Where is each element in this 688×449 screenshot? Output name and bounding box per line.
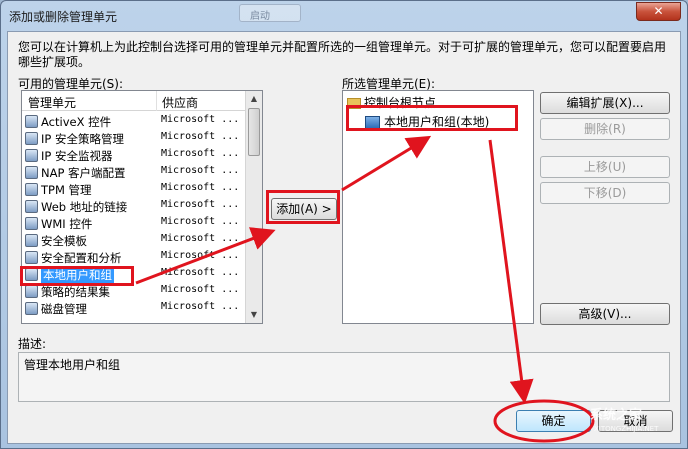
remove-button[interactable]: 删除(R) — [540, 118, 670, 140]
column-separator[interactable] — [156, 91, 157, 111]
description-label: 描述: — [18, 337, 47, 351]
move-up-button[interactable]: 上移(U) — [540, 156, 670, 178]
window-title: 添加或删除管理单元 — [9, 10, 118, 24]
intro-text: 您可以在计算机上为此控制台选择可用的管理单元并配置所选的一组管理单元。对于可扩展… — [18, 40, 667, 69]
snapin-row[interactable]: ActiveX 控件 Microsoft ... — [22, 113, 242, 130]
dialog-body: 您可以在计算机上为此控制台选择可用的管理单元并配置所选的一组管理单元。对于可扩展… — [7, 31, 681, 444]
advanced-button[interactable]: 高级(V)... — [540, 303, 670, 325]
watermark-logo: 系统之家 — [590, 408, 643, 423]
vertical-scrollbar[interactable]: ▲ ▼ — [245, 91, 262, 323]
title-bar: 添加或删除管理单元 启动 ✕ — [1, 1, 687, 31]
snapin-icon — [25, 302, 38, 315]
scroll-thumb[interactable] — [248, 108, 260, 156]
snapin-name: 安全模板 — [41, 234, 87, 248]
snapin-name: 安全配置和分析 — [41, 251, 122, 265]
snapin-row[interactable]: IP 安全策略管理 Microsoft ... — [22, 130, 242, 147]
snapin-vendor: Microsoft ... — [161, 131, 240, 142]
snapin-icon — [25, 251, 38, 264]
snapin-icon — [25, 217, 38, 230]
dialog-window: 添加或删除管理单元 启动 ✕ 您可以在计算机上为此控制台选择可用的管理单元并配置… — [0, 0, 688, 449]
snapin-icon — [25, 285, 38, 298]
close-button[interactable]: ✕ — [636, 2, 681, 21]
scroll-down-icon[interactable]: ▼ — [246, 307, 262, 323]
background-tab: 启动 — [239, 4, 301, 22]
snapin-vendor: Microsoft ... — [161, 284, 240, 295]
close-icon[interactable]: ✕ — [653, 4, 663, 18]
snapin-icon — [25, 115, 38, 128]
snapin-vendor: Microsoft ... — [161, 233, 240, 244]
snapin-name: TPM 管理 — [41, 183, 92, 197]
available-snapins-list[interactable]: 管理单元 供应商 ActiveX 控件 Microsoft ... IP 安全策略管… — [21, 90, 263, 324]
highlight-box-add-button — [266, 190, 340, 224]
snapin-row[interactable]: Web 地址的链接 Microsoft ... — [22, 198, 242, 215]
snapin-vendor: Microsoft ... — [161, 182, 240, 193]
list-header: 管理单元 供应商 — [22, 91, 262, 111]
snapin-vendor: Microsoft ... — [161, 199, 240, 210]
edit-extensions-button[interactable]: 编辑扩展(X)... — [540, 92, 670, 114]
snapin-vendor: Microsoft ... — [161, 301, 240, 312]
move-down-button[interactable]: 下移(D) — [540, 182, 670, 204]
snapin-vendor: Microsoft ... — [161, 267, 240, 278]
snapin-name: WMI 控件 — [41, 217, 93, 231]
snapin-icon — [25, 149, 38, 162]
scroll-up-icon[interactable]: ▲ — [246, 91, 262, 107]
ok-button[interactable]: 确定 — [516, 410, 591, 432]
snapin-icon — [25, 132, 38, 145]
snapin-name: IP 安全策略管理 — [41, 132, 124, 146]
snapin-vendor: Microsoft ... — [161, 250, 240, 261]
snapin-name: NAP 客户端配置 — [41, 166, 126, 180]
snapin-vendor: Microsoft ... — [161, 148, 240, 159]
description-text: 管理本地用户和组 — [24, 358, 121, 372]
snapin-row[interactable]: 磁盘管理 Microsoft ... — [22, 300, 242, 317]
snapin-name: IP 安全监视器 — [41, 149, 113, 163]
snapin-name: ActiveX 控件 — [41, 115, 112, 129]
snapin-vendor: Microsoft ... — [161, 165, 240, 176]
description-box: 管理本地用户和组 — [18, 352, 670, 402]
snapin-vendor: Microsoft ... — [161, 216, 240, 227]
highlight-box-added-snapin — [346, 105, 518, 131]
snapin-icon — [25, 166, 38, 179]
snapin-icon — [25, 183, 38, 196]
snapin-name: Web 地址的链接 — [41, 200, 128, 214]
column-header-snapin[interactable]: 管理单元 — [28, 94, 76, 111]
snapin-row[interactable]: NAP 客户端配置 Microsoft ... — [22, 164, 242, 181]
snapin-name: 策略的结果集 — [41, 285, 110, 299]
snapin-vendor: Microsoft ... — [161, 114, 240, 125]
snapin-row[interactable]: IP 安全监视器 Microsoft ... — [22, 147, 242, 164]
snapin-name: 磁盘管理 — [41, 302, 87, 316]
snapin-icon — [25, 234, 38, 247]
snapin-row[interactable]: TPM 管理 Microsoft ... — [22, 181, 242, 198]
column-header-vendor[interactable]: 供应商 — [162, 94, 198, 111]
highlight-box-selected-snapin — [20, 266, 134, 286]
snapin-row[interactable]: 安全配置和分析 Microsoft ... — [22, 249, 242, 266]
watermark-url: XITONGZHIJIA.NET — [594, 425, 659, 433]
snapin-row[interactable]: 安全模板 Microsoft ... — [22, 232, 242, 249]
snapin-icon — [25, 200, 38, 213]
snapin-row[interactable]: WMI 控件 Microsoft ... — [22, 215, 242, 232]
